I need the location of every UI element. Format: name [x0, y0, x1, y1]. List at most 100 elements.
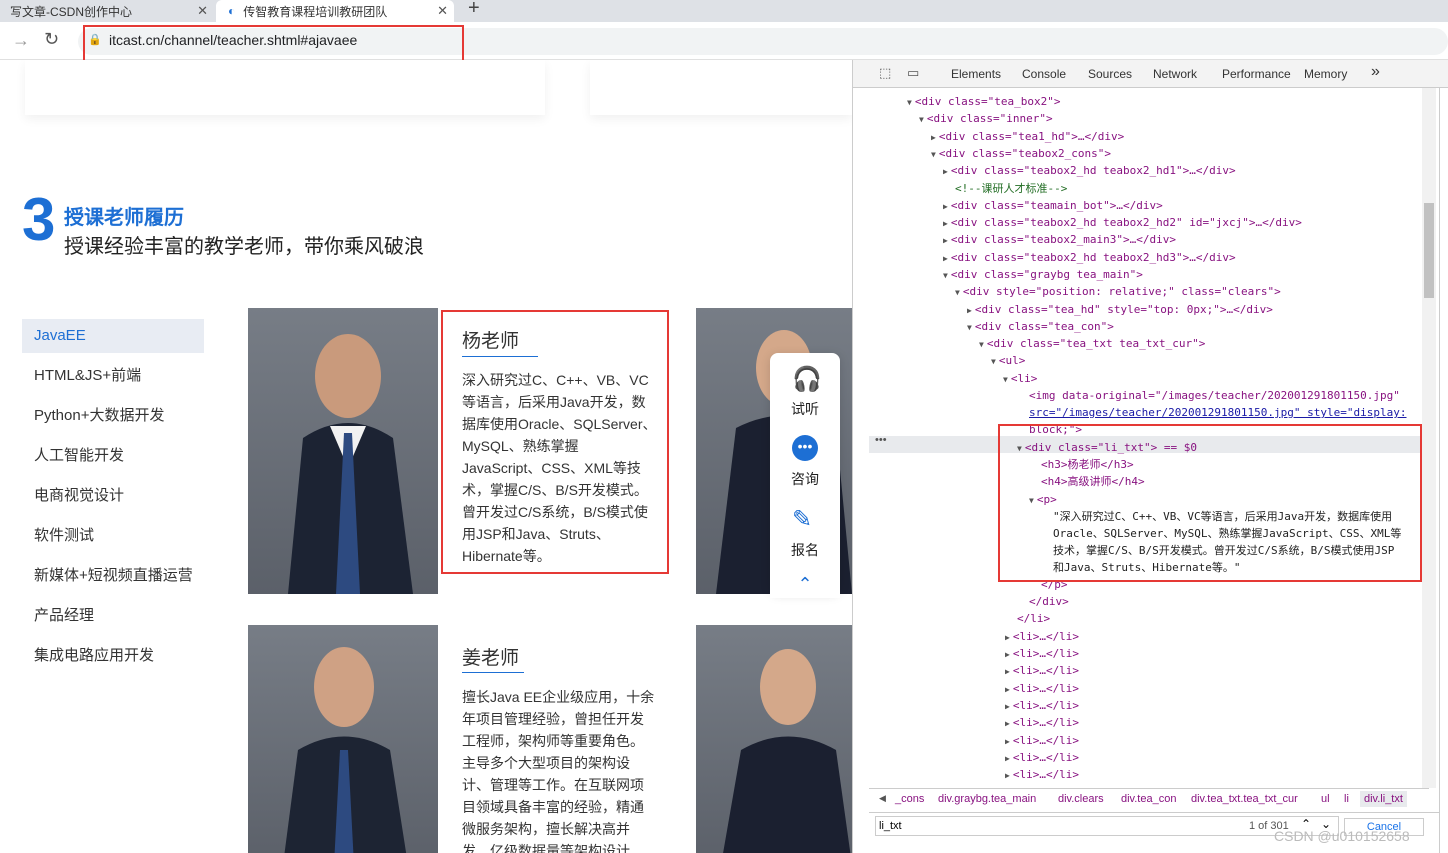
forward-icon[interactable]: →	[12, 30, 30, 51]
tree-line[interactable]: ▶ <li>…</li>	[1005, 697, 1079, 714]
consult-button[interactable]: 咨询	[770, 469, 840, 489]
menu-item-ic[interactable]: 集成电路应用开发	[22, 639, 204, 673]
tree-line[interactable]: ▶ <li>…</li>	[1005, 628, 1079, 645]
menu-item-design[interactable]: 电商视觉设计	[22, 479, 204, 513]
expand-triangle-icon[interactable]: ▼	[931, 150, 936, 159]
tree-line[interactable]: </div>	[1029, 593, 1069, 610]
expand-triangle-icon[interactable]: ▼	[907, 98, 912, 107]
crumb[interactable]: li	[1344, 793, 1349, 805]
expand-triangle-icon[interactable]: ▶	[1005, 754, 1010, 763]
tab-strip: 写文章-CSDN创作中心 ✕ ◐ 传智教育课程培训教研团队 ✕ +	[0, 0, 1448, 22]
expand-triangle-icon[interactable]: ▶	[1005, 719, 1010, 728]
crumb-active[interactable]: div.li_txt	[1360, 791, 1407, 807]
expand-triangle-icon[interactable]: ▼	[955, 288, 960, 297]
reload-icon[interactable]: ↻	[44, 29, 59, 50]
more-icon[interactable]: •••	[875, 434, 887, 446]
tree-line[interactable]: ▼ <li>	[1003, 370, 1037, 387]
signup-button[interactable]: 报名	[770, 540, 840, 560]
headphones-icon[interactable]: 🎧	[792, 365, 822, 394]
tree-line[interactable]: ▼ <div class="tea_box2">	[907, 93, 1061, 110]
menu-item-testing[interactable]: 软件测试	[22, 519, 204, 553]
chat-icon[interactable]: •••	[792, 435, 818, 461]
expand-triangle-icon[interactable]: ▶	[1005, 771, 1010, 780]
menu-item-media[interactable]: 新媒体+短视频直播运营	[22, 559, 204, 593]
tree-line[interactable]: </li>	[1017, 610, 1050, 627]
menu-item-html[interactable]: HTML&JS+前端	[22, 359, 204, 393]
tree-line[interactable]: ▶ <div class="tea_hd" style="top: 0px;">……	[967, 301, 1273, 318]
tree-line[interactable]: ▶ <div class="teabox2_hd teabox2_hd1">…</…	[943, 162, 1236, 179]
expand-triangle-icon[interactable]: ▶	[1005, 633, 1010, 642]
scroll-left-icon[interactable]: ◀	[879, 793, 886, 804]
crumb[interactable]: div.tea_con	[1121, 793, 1176, 805]
expand-triangle-icon[interactable]: ▼	[967, 323, 972, 332]
tree-line[interactable]: ▼ <div class="tea_con">	[967, 318, 1114, 335]
expand-triangle-icon[interactable]: ▶	[943, 202, 948, 211]
expand-triangle-icon[interactable]: ▶	[1005, 667, 1010, 676]
tree-line[interactable]: ▶ <li>…</li>	[1005, 732, 1079, 749]
tab-elements[interactable]: Elements	[951, 67, 1001, 81]
scrollbar-thumb[interactable]	[1424, 203, 1434, 298]
tree-line[interactable]: ▶ <div class="teabox2_hd teabox2_hd3">…</…	[943, 249, 1236, 266]
tree-line[interactable]: ▶ <div class="teamain_bot">…</div>	[943, 197, 1163, 214]
tree-line[interactable]: ▶ <li>…</li>	[1005, 749, 1079, 766]
crumb[interactable]: ul	[1321, 793, 1330, 805]
tab-csdn[interactable]: 写文章-CSDN创作中心 ✕	[0, 0, 214, 22]
tree-comment[interactable]: <!--课研人才标准-->	[955, 180, 1067, 197]
expand-triangle-icon[interactable]: ▶	[943, 219, 948, 228]
tree-scrollbar[interactable]	[1422, 88, 1436, 788]
expand-triangle-icon[interactable]: ▼	[943, 271, 948, 280]
tab-memory[interactable]: Memory	[1304, 67, 1347, 81]
expand-triangle-icon[interactable]: ▼	[1003, 375, 1008, 384]
tree-line[interactable]: <img data-original="/images/teacher/2020…	[1029, 387, 1400, 404]
scroll-top-icon[interactable]: ⌃	[770, 574, 840, 598]
tab-sources[interactable]: Sources	[1088, 67, 1132, 81]
crumb[interactable]: div.tea_txt.tea_txt_cur	[1191, 793, 1298, 805]
expand-triangle-icon[interactable]: ▶	[943, 254, 948, 263]
expand-triangle-icon[interactable]: ▶	[1005, 737, 1010, 746]
expand-triangle-icon[interactable]: ▶	[943, 236, 948, 245]
tree-line[interactable]: ▶ <li>…</li>	[1005, 662, 1079, 679]
tree-line[interactable]: ▶ <li>…</li>	[1005, 714, 1079, 731]
tree-line[interactable]: ▶ <li>…</li>	[1005, 680, 1079, 697]
tree-line[interactable]: ▶ <li>…</li>	[1005, 645, 1079, 662]
expand-triangle-icon[interactable]: ▶	[1005, 685, 1010, 694]
new-tab-icon[interactable]: +	[468, 0, 480, 20]
menu-item-javaee[interactable]: JavaEE	[22, 319, 204, 353]
expand-triangle-icon[interactable]: ▶	[1005, 650, 1010, 659]
tree-line[interactable]: ▶ <div class="teabox2_hd teabox2_hd2" id=…	[943, 214, 1302, 231]
tree-line[interactable]: ▼ <div class="tea_txt tea_txt_cur">	[979, 335, 1205, 352]
crumb[interactable]: _cons	[895, 793, 924, 805]
expand-triangle-icon[interactable]: ▶	[943, 167, 948, 176]
tree-line[interactable]: ▼ <div class="teabox2_cons">	[931, 145, 1111, 162]
tree-line[interactable]: ▶ <li>…</li>	[1005, 766, 1079, 783]
tree-line[interactable]: ▼ <div class="graybg tea_main">	[943, 266, 1143, 283]
tab-performance[interactable]: Performance	[1222, 67, 1291, 81]
tree-line[interactable]: ▼ <div style="position: relative;" class=…	[955, 283, 1281, 300]
expand-triangle-icon[interactable]: ▶	[967, 306, 972, 315]
expand-triangle-icon[interactable]: ▶	[1005, 702, 1010, 711]
tree-line[interactable]: ▶ <div class="tea1_hd">…</div>	[931, 128, 1124, 145]
tab-itcast[interactable]: ◐ 传智教育课程培训教研团队 ✕	[216, 0, 454, 22]
device-icon[interactable]: ▭	[907, 65, 919, 81]
expand-triangle-icon[interactable]: ▼	[919, 115, 924, 124]
crumb[interactable]: div.clears	[1058, 793, 1104, 805]
tab-network[interactable]: Network	[1153, 67, 1197, 81]
expand-triangle-icon[interactable]: ▶	[931, 133, 936, 142]
menu-item-python[interactable]: Python+大数据开发	[22, 399, 204, 433]
edit-icon[interactable]: ✎	[792, 505, 812, 534]
menu-item-ai[interactable]: 人工智能开发	[22, 439, 204, 473]
tree-line[interactable]: src="/images/teacher/202001291801150.jpg…	[1029, 404, 1407, 421]
close-icon[interactable]: ✕	[437, 3, 448, 19]
expand-triangle-icon[interactable]: ▼	[979, 340, 984, 349]
listen-button[interactable]: 试听	[770, 399, 840, 419]
tree-line[interactable]: ▶ <div class="teabox2_main3">…</div>	[943, 231, 1176, 248]
tab-console[interactable]: Console	[1022, 67, 1066, 81]
close-icon[interactable]: ✕	[197, 3, 208, 19]
tree-line[interactable]: ▼ <ul>	[991, 352, 1025, 369]
more-tabs-icon[interactable]: »	[1371, 63, 1380, 81]
crumb[interactable]: div.graybg.tea_main	[938, 793, 1036, 805]
menu-item-pm[interactable]: 产品经理	[22, 599, 204, 633]
inspect-icon[interactable]: ⬚	[879, 65, 891, 81]
tree-line[interactable]: ▼ <div class="inner">	[919, 110, 1053, 127]
expand-triangle-icon[interactable]: ▼	[991, 357, 996, 366]
